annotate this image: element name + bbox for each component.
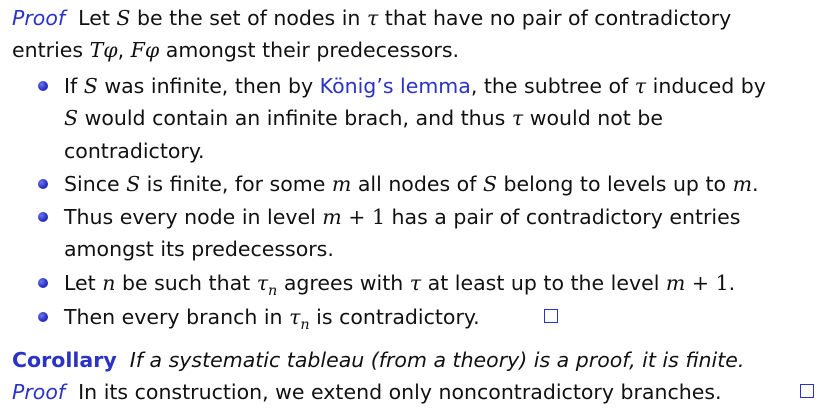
proof-label: Proof <box>12 6 66 30</box>
bullet-marker <box>38 212 48 222</box>
bullet-1-line-2: S would contain an infinite brach, and t… <box>64 106 663 130</box>
bullet-5-line-1: Then every branch in τn is contradictory… <box>64 305 480 334</box>
proof-text-part: Let S be the set of nodes in τ that have… <box>71 6 732 30</box>
proof-line-1: Proof Let S be the set of nodes in τ tha… <box>12 2 731 34</box>
bullet-marker <box>38 278 48 288</box>
proof2-line: Proof In its construction, we extend onl… <box>12 376 722 408</box>
bullet-marker <box>38 312 48 322</box>
bullet-marker <box>38 81 48 91</box>
corollary-label: Corollary <box>12 348 117 372</box>
bullet-2-line-1: Since S is finite, for some m all nodes … <box>64 172 759 196</box>
slide-page: Proof Let S be the set of nodes in τ tha… <box>0 0 820 414</box>
bullet-3-line-1: Thus every node in level m + 1 has a pai… <box>64 205 741 229</box>
proof-line-2: entries Tφ, Fφ amongst their predecessor… <box>12 38 460 62</box>
qed-box-icon <box>544 309 558 323</box>
konig-lemma-link[interactable]: König’s lemma <box>320 74 471 98</box>
bullet-1-line-1: If S was infinite, then by König’s lemma… <box>64 74 766 98</box>
bullet-1-line-3: contradictory. <box>64 139 205 163</box>
bullet-4-line-1: Let n be such that τn agrees with τ at l… <box>64 271 736 300</box>
corollary-text: If a systematic tableau (from a theory) … <box>129 348 745 372</box>
bullet-3-line-2: amongst its predecessors. <box>64 237 334 261</box>
proof2-label: Proof <box>12 380 66 404</box>
proof2-text: In its construction, we extend only nonc… <box>78 380 722 404</box>
qed-box-icon <box>800 384 814 398</box>
corollary-line: Corollary If a systematic tableau (from … <box>12 344 744 376</box>
bullet-marker <box>38 179 48 189</box>
